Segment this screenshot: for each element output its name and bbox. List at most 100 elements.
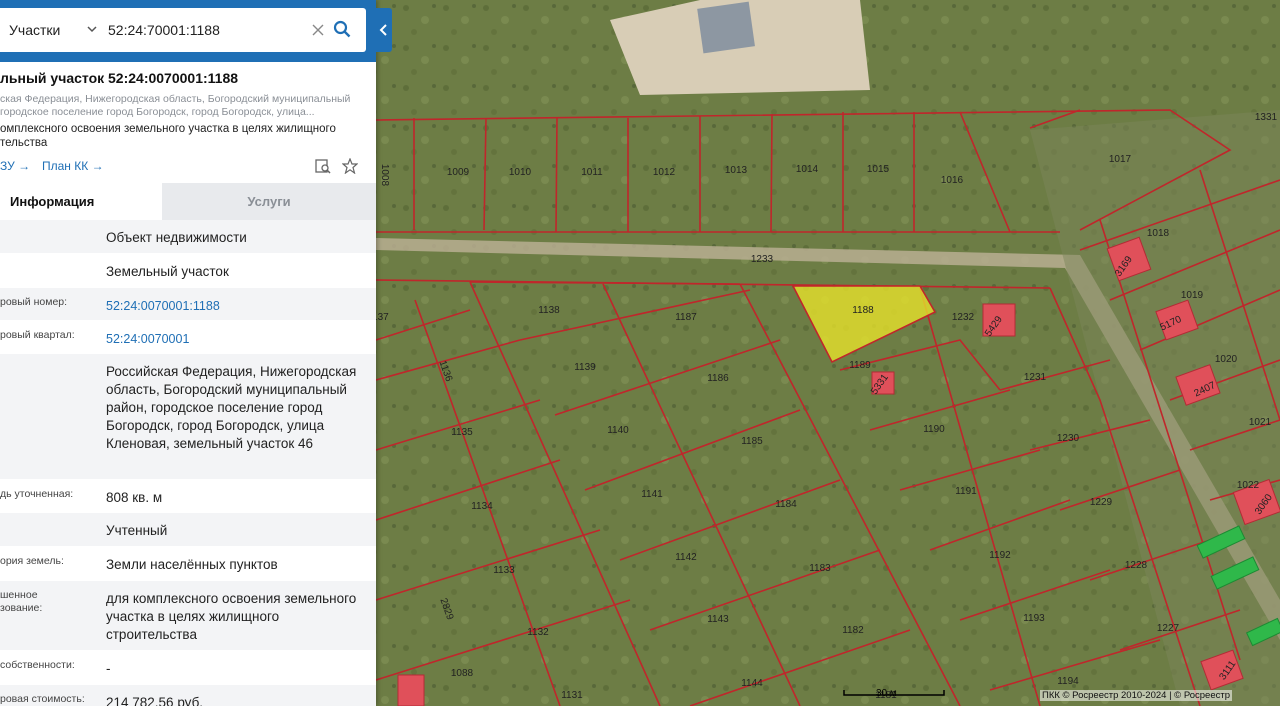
property-row: Учтенный: [0, 513, 376, 547]
property-value-link[interactable]: 52:24:0070001:1188: [106, 297, 368, 315]
property-label: дь уточненная:: [0, 488, 74, 500]
property-value: 808 кв. м: [106, 490, 163, 505]
close-icon[interactable]: [312, 24, 324, 36]
property-row: ровый номер: 52:24:0070001:1188: [0, 288, 376, 321]
plot-label: 1138: [538, 305, 560, 316]
property-row: дь уточненная: 808 кв. м: [0, 480, 376, 513]
plot-label: 1192: [989, 550, 1011, 561]
chevron-left-icon: [379, 24, 387, 36]
plot-label: 1187: [675, 312, 697, 323]
property-row: ровый квартал: 52:24:0070001: [0, 321, 376, 354]
card-title: льный участок 52:24:0070001:1188: [0, 70, 239, 86]
plot-label: 1133: [493, 565, 515, 576]
search-icon[interactable]: [333, 20, 351, 38]
plot-label: 1232: [952, 312, 975, 323]
property-row: Земельный участок: [0, 254, 376, 288]
collapse-panel-button[interactable]: [376, 8, 392, 52]
map-scale-label: 30 м: [876, 688, 897, 699]
plot-label: 1190: [923, 424, 945, 435]
plot-label: 1020: [1215, 354, 1238, 365]
plot-label: 1013: [725, 165, 748, 176]
plot-label: 1140: [607, 425, 629, 436]
plot-label: 1009: [447, 167, 470, 178]
plot-label: 1139: [574, 362, 596, 373]
plot-label: 1194: [1057, 676, 1079, 687]
property-value: 214 782,56 руб.: [106, 695, 204, 706]
property-row: Российская Федерация, Нижегородская обла…: [0, 354, 376, 480]
search-type-select[interactable]: Участки: [9, 22, 60, 38]
building-roof: [697, 1, 755, 54]
property-value: Российская Федерация, Нижегородская обла…: [106, 364, 357, 451]
plot-label: 1188: [852, 305, 874, 316]
info-panel: Участки 52:24:70001:1188 льный участок 5…: [0, 0, 376, 706]
property-row: собственности: -: [0, 651, 376, 685]
property-label: ровый квартал:: [0, 329, 75, 341]
plot-label: 1131: [561, 690, 583, 701]
property-label: ровый номер:: [0, 296, 68, 308]
property-label: ория земель:: [0, 555, 64, 567]
plot-label: 1008: [379, 164, 390, 187]
plot-label: 1018: [1147, 228, 1170, 239]
property-value: для комплексного освоения земельного уча…: [106, 591, 357, 642]
plot-label: 1144: [741, 678, 763, 689]
plot-label: 1134: [471, 501, 493, 512]
link-vz[interactable]: ЗУ →: [0, 159, 30, 173]
plot-label: 1231: [1024, 372, 1047, 383]
plot-label: 1186: [707, 373, 729, 384]
plot-label: 1022: [1237, 480, 1260, 491]
plot-label: 1016: [941, 175, 964, 186]
plot-label: 1193: [1023, 613, 1045, 624]
plot-label: 1019: [1181, 290, 1204, 301]
link-plan-kk[interactable]: План КК →: [42, 159, 104, 173]
property-label: ровая стоимость:: [0, 693, 85, 705]
property-value: Земли населённых пунктов: [106, 557, 278, 572]
plot-label: 1189: [849, 360, 871, 371]
map-attribution: ПКК © Росреестр 2010-2024 | © Росреестр: [1040, 690, 1233, 701]
tab-bar: Информация Услуги: [0, 183, 376, 220]
search-input[interactable]: 52:24:70001:1188: [108, 22, 220, 38]
property-value-link[interactable]: 52:24:0070001: [106, 330, 368, 348]
plot-label: 1014: [796, 164, 819, 175]
plot-label: 1229: [1090, 497, 1113, 508]
property-value: Земельный участок: [106, 264, 229, 279]
plot-label: 1227: [1157, 623, 1180, 634]
chevron-down-icon[interactable]: [86, 23, 98, 35]
plot-label: 1143: [707, 614, 729, 625]
card-purpose: омплексного освоения земельного участка …: [0, 123, 336, 149]
property-label: собственности:: [0, 659, 75, 671]
property-row: ория земель: Земли населённых пунктов: [0, 547, 376, 581]
plot-label: 1185: [741, 436, 763, 447]
plot-label: 1191: [955, 486, 977, 497]
plot-label: 1010: [509, 167, 532, 178]
property-row: Объект недвижимости: [0, 220, 376, 254]
plot-label: 1228: [1125, 560, 1148, 571]
plot-label: 1012: [653, 167, 676, 178]
property-value: Учтенный: [106, 523, 168, 538]
property-value: -: [106, 661, 111, 676]
plot-label: 1021: [1249, 417, 1272, 428]
plot-label: 1183: [809, 563, 831, 574]
card-address: ская Федерация, Нижегородская область, Б…: [0, 93, 351, 118]
property-row: шенное зование: для комплексного освоения…: [0, 581, 376, 651]
plot-label: 1141: [641, 489, 663, 500]
plot-label: 1182: [842, 625, 864, 636]
search-box[interactable]: Участки 52:24:70001:1188: [0, 8, 366, 52]
plot-label: 1142: [675, 552, 697, 563]
plot-label: 1331: [1255, 112, 1278, 123]
plot-label: 1017: [1109, 154, 1132, 165]
property-row: ровая стоимость: 214 782,56 руб.: [0, 685, 376, 706]
search-bar: Участки 52:24:70001:1188: [0, 0, 376, 62]
plot-label: 1184: [775, 499, 797, 510]
plot-label: 1088: [451, 668, 474, 679]
tab-services[interactable]: Услуги: [162, 183, 376, 220]
property-label: шенное зование:: [0, 589, 43, 614]
tab-information[interactable]: Информация: [0, 183, 162, 220]
plot-label: 1011: [581, 167, 603, 178]
search-doc-icon[interactable]: [315, 158, 331, 174]
plot-label: 1015: [867, 164, 890, 175]
plot-label: 1132: [527, 627, 549, 638]
star-icon[interactable]: [342, 158, 358, 174]
property-rows: Объект недвижимости Земельный участок ровы…: [0, 220, 376, 706]
plot-label: 1230: [1057, 433, 1080, 444]
plot-label: 1135: [451, 427, 473, 438]
